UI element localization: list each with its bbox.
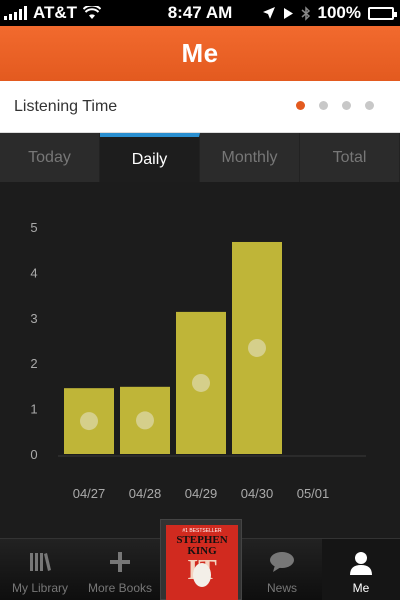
tab-today[interactable]: Today [0,133,100,182]
y-tick-label: 4 [30,265,37,280]
period-tabs: Today Daily Monthly Total [0,133,400,182]
page-dot[interactable] [296,101,305,110]
cover-author: STEPHEN KING [176,534,228,557]
page-dot[interactable] [319,101,328,110]
page-dot[interactable] [342,101,351,110]
tab-more-books[interactable]: More Books [80,539,160,600]
tab-my-library[interactable]: My Library [0,539,80,600]
x-tick-label: 04/27 [73,486,106,501]
bar-marker [136,411,154,430]
listening-time-chart: 0 1 2 3 4 5 04/27 04/28 04/29 04/30 05/01 [30,220,366,501]
plus-icon [110,552,130,572]
tab-label: Me [352,581,370,595]
play-icon [283,7,293,19]
x-tick-label: 04/30 [241,486,274,501]
page-indicator[interactable] [296,101,374,110]
tab-total[interactable]: Total [300,133,400,182]
now-playing-button[interactable]: #1 BESTSELLER STEPHEN KING IT [160,519,242,600]
chart-area: 0 1 2 3 4 5 04/27 04/28 04/29 04/30 05/01 [0,182,400,538]
status-bar: AT&T 8:47 AM 100% [0,0,400,26]
tab-daily[interactable]: Daily [100,133,200,182]
tab-label: More Books [87,581,153,595]
library-icon [30,553,51,571]
section-header: Listening Time [0,81,400,133]
y-tick-label: 1 [30,402,37,417]
bar-marker [248,338,266,357]
x-tick-label: 04/28 [129,486,162,501]
person-icon [350,552,372,575]
x-tick-label: 05/01 [297,486,330,501]
tab-monthly[interactable]: Monthly [200,133,300,182]
location-arrow-icon [262,7,275,19]
tab-label: My Library [11,581,68,595]
tab-me[interactable]: Me [322,539,400,600]
bluetooth-icon [301,5,310,21]
y-tick-label: 2 [30,356,37,371]
x-tick-label: 04/29 [185,486,218,501]
y-tick-label: 5 [30,220,37,235]
page-dot[interactable] [365,101,374,110]
status-right: 100% [262,3,397,23]
page-title: Me [181,38,219,68]
cover-clown-art [193,563,211,587]
section-title: Listening Time [14,98,118,115]
y-tick-label: 0 [30,447,37,462]
battery-percent: 100% [317,3,361,22]
tab-label: News [266,581,297,595]
y-tick-label: 3 [30,311,37,326]
battery-icon [368,6,397,20]
speech-bubble-icon [270,552,294,572]
bar-marker [80,412,98,431]
tab-news[interactable]: News [242,539,322,600]
book-cover: #1 BESTSELLER STEPHEN KING IT [166,525,238,600]
bar-marker [192,373,210,392]
nav-bar: Me [0,26,400,81]
